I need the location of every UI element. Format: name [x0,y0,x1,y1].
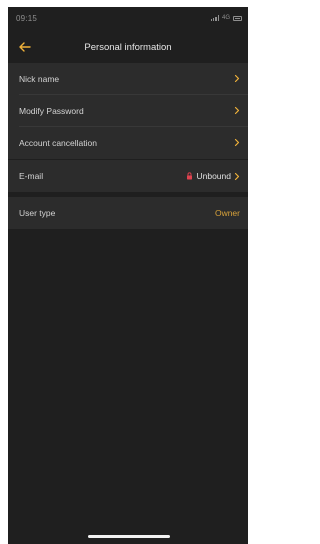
account-cancellation-row[interactable]: Account cancellation [8,127,248,159]
signal-icon [210,15,219,21]
modify-password-row[interactable]: Modify Password [8,95,248,127]
chevron-right-icon [234,74,240,83]
chevron-right-icon [234,138,240,147]
user-type-value: Owner [214,208,240,218]
lock-icon [187,172,193,180]
user-type-label: User type [19,208,56,218]
nav-bar: Personal information [8,34,248,62]
nickname-row[interactable]: Nick name [8,63,248,95]
user-type-section: User type Owner [8,197,248,229]
status-icons: 4G [210,15,242,21]
email-row[interactable]: E-mail Unbound [8,160,248,192]
chevron-right-icon [234,106,240,115]
page-title: Personal information [84,42,172,53]
email-status-value: Unbound [196,171,231,181]
home-indicator [88,535,170,538]
user-type-row: User type Owner [8,197,248,229]
nickname-label: Nick name [19,74,60,84]
chevron-right-icon [234,172,240,180]
email-label: E-mail [19,171,44,181]
account-cancellation-label: Account cancellation [19,138,97,148]
network-label: 4G [221,15,230,21]
app-screen: 09:15 4G Personal information Nick name … [8,7,248,544]
battery-icon [233,15,242,21]
email-section: E-mail Unbound [8,160,248,192]
status-bar: 09:15 4G [8,7,248,29]
status-time: 09:15 [16,14,38,23]
email-status: Unbound [186,171,240,181]
account-settings-section: Nick name Modify Password Account cancel… [8,63,248,159]
modify-password-label: Modify Password [19,106,84,116]
